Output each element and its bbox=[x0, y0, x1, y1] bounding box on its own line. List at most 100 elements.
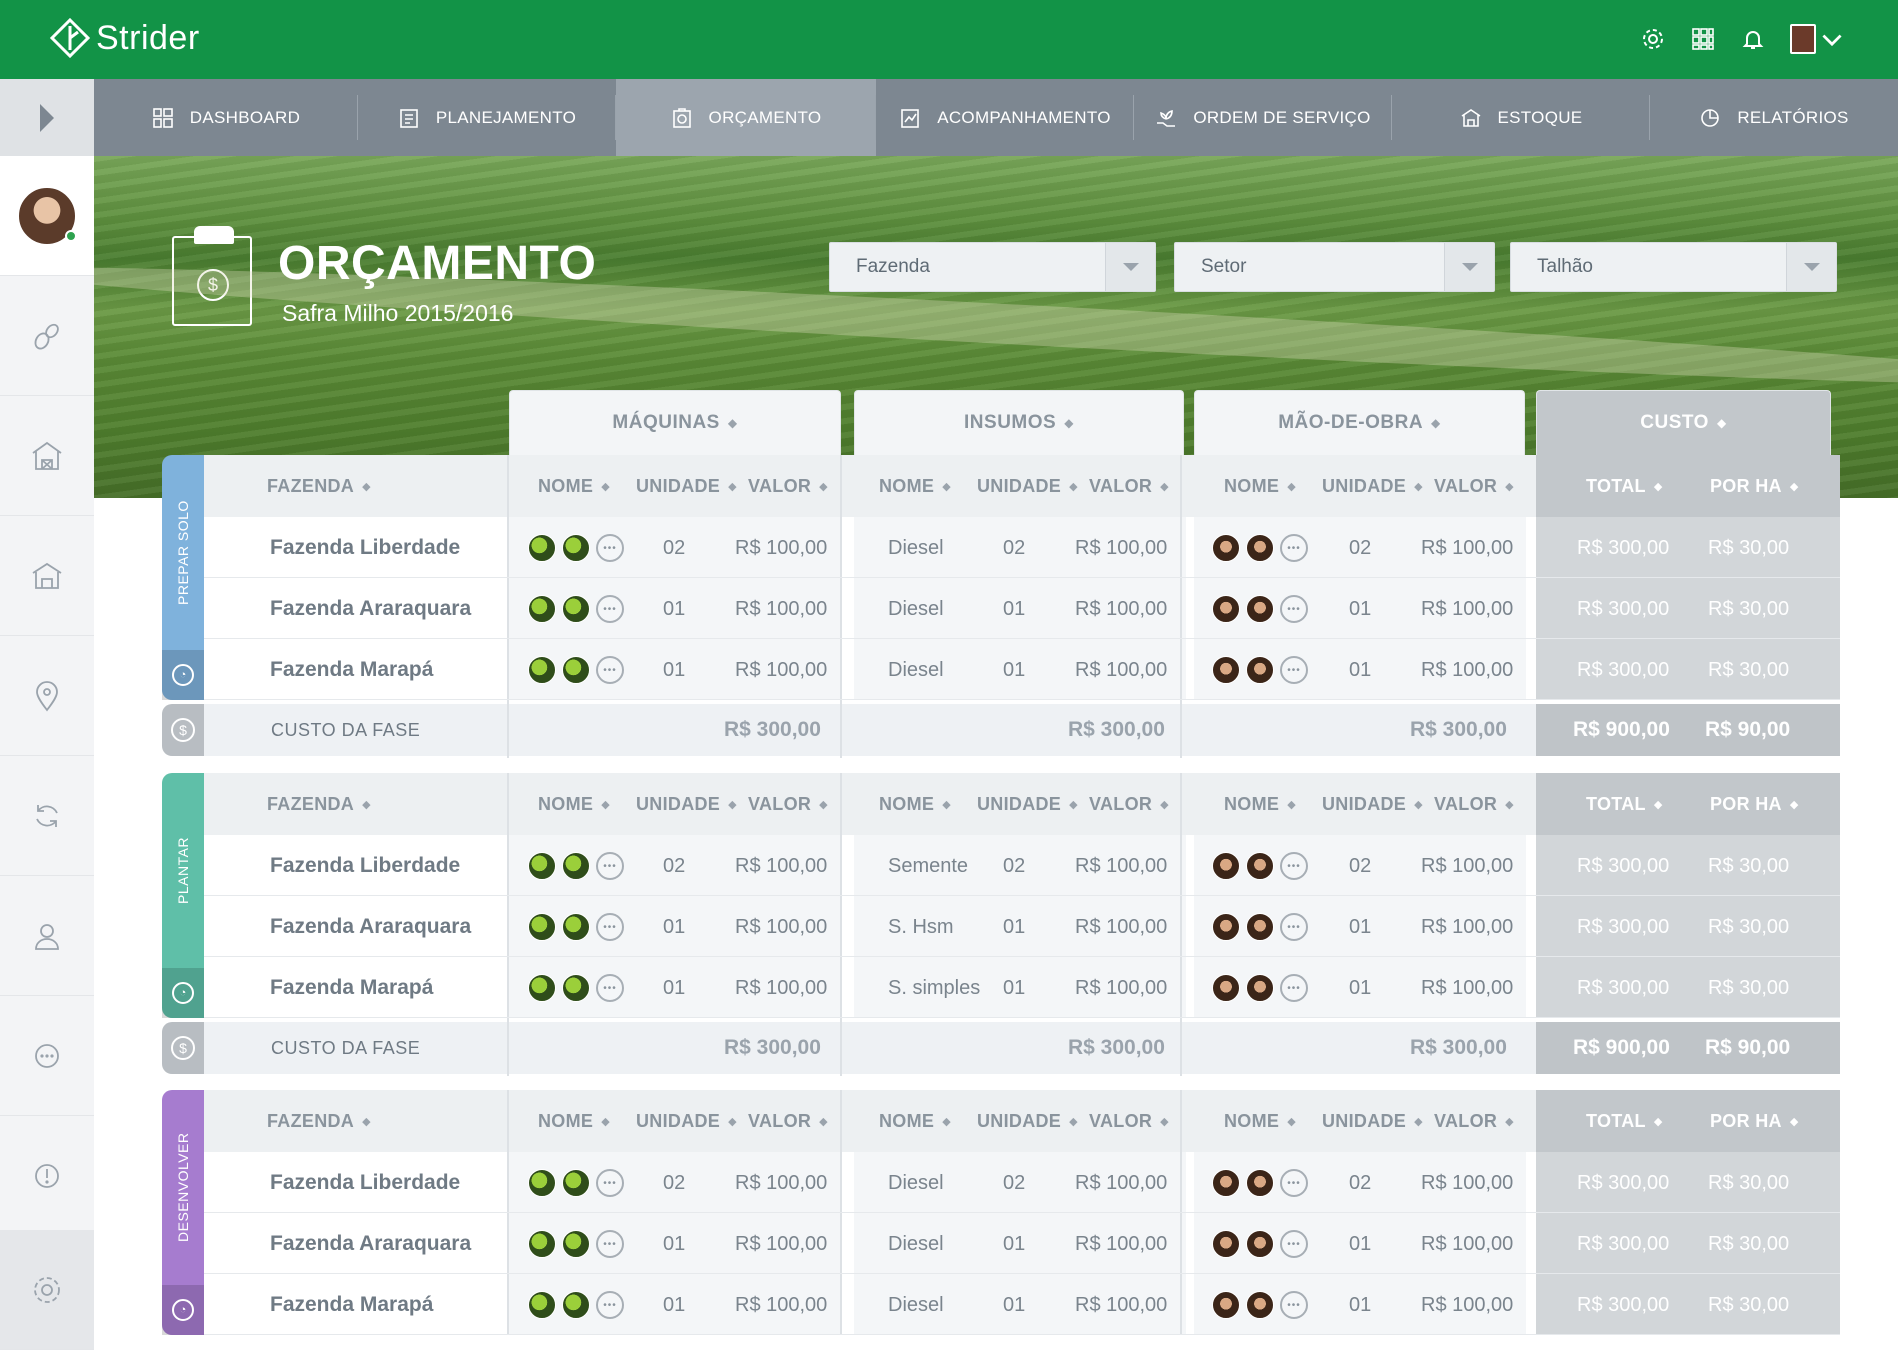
column-header-labor-unit[interactable]: UNIDADE ◆ bbox=[1322, 773, 1423, 835]
more-options-icon[interactable]: ••• bbox=[1280, 595, 1308, 623]
sidebar-item-users[interactable] bbox=[0, 876, 94, 996]
table-row[interactable]: Fazenda Marapá ••• 01 R$ 100,00 Diesel 01 R$ 1… bbox=[204, 639, 1840, 701]
more-options-icon[interactable]: ••• bbox=[1280, 1169, 1308, 1197]
column-header-total[interactable]: TOTAL ◆ bbox=[1586, 455, 1663, 517]
column-header-labor-name[interactable]: NOME ◆ bbox=[1224, 773, 1296, 835]
column-header-farm[interactable]: FAZENDA ◆ bbox=[267, 455, 371, 517]
machine-avatar[interactable] bbox=[528, 852, 556, 880]
machine-avatar[interactable] bbox=[562, 534, 590, 562]
group-header-cost[interactable]: CUSTO ◆ bbox=[1536, 390, 1831, 455]
machine-avatar[interactable] bbox=[528, 656, 556, 684]
column-header-input-value[interactable]: VALOR ◆ bbox=[1089, 1090, 1169, 1152]
plot-select[interactable]: Talhão bbox=[1510, 242, 1837, 292]
more-options-icon[interactable]: ••• bbox=[1280, 534, 1308, 562]
machine-avatar[interactable] bbox=[562, 974, 590, 1002]
column-header-machine-name[interactable]: NOME ◆ bbox=[538, 455, 610, 517]
column-header-labor-unit[interactable]: UNIDADE ◆ bbox=[1322, 455, 1423, 517]
worker-avatar[interactable] bbox=[1246, 1169, 1274, 1197]
column-header-input-unit[interactable]: UNIDADE ◆ bbox=[977, 1090, 1078, 1152]
column-header-total[interactable]: TOTAL ◆ bbox=[1586, 1090, 1663, 1152]
worker-avatar[interactable] bbox=[1246, 974, 1274, 1002]
machine-avatar[interactable] bbox=[562, 1169, 590, 1197]
more-options-icon[interactable]: ••• bbox=[1280, 1291, 1308, 1319]
more-options-icon[interactable]: ••• bbox=[1280, 1230, 1308, 1258]
sidebar-item-crops[interactable] bbox=[0, 276, 94, 396]
worker-avatar[interactable] bbox=[1246, 1230, 1274, 1258]
worker-avatar[interactable] bbox=[1246, 656, 1274, 684]
worker-avatar[interactable] bbox=[1212, 595, 1240, 623]
column-header-per-ha[interactable]: POR HA ◆ bbox=[1710, 773, 1799, 835]
nav-relatorios[interactable]: RELATÓRIOS bbox=[1650, 79, 1898, 156]
sector-select[interactable]: Setor bbox=[1174, 242, 1495, 292]
more-options-icon[interactable]: ••• bbox=[596, 595, 624, 623]
machine-avatar[interactable] bbox=[562, 913, 590, 941]
table-row[interactable]: Fazenda Araraquara ••• 01 R$ 100,00 Diesel 01… bbox=[204, 1213, 1840, 1275]
column-header-input-name[interactable]: NOME ◆ bbox=[879, 773, 951, 835]
nav-acompanhamento[interactable]: ACOMPANHAMENTO bbox=[876, 79, 1134, 156]
machine-avatar[interactable] bbox=[528, 1291, 556, 1319]
nav-planejamento[interactable]: PLANEJAMENTO bbox=[358, 79, 616, 156]
column-header-machine-value[interactable]: VALOR ◆ bbox=[748, 455, 828, 517]
more-options-icon[interactable]: ••• bbox=[1280, 852, 1308, 880]
brand-logo[interactable]: Strider bbox=[50, 18, 200, 58]
notifications-button[interactable] bbox=[1740, 22, 1766, 56]
nav-dashboard[interactable]: DASHBOARD bbox=[94, 79, 358, 156]
phase-toggle-button[interactable]: ◔ bbox=[162, 650, 204, 700]
machine-avatar[interactable] bbox=[562, 1230, 590, 1258]
column-header-labor-value[interactable]: VALOR ◆ bbox=[1434, 773, 1514, 835]
more-options-icon[interactable]: ••• bbox=[596, 656, 624, 684]
more-options-icon[interactable]: ••• bbox=[596, 1291, 624, 1319]
column-header-labor-value[interactable]: VALOR ◆ bbox=[1434, 1090, 1514, 1152]
more-options-icon[interactable]: ••• bbox=[596, 1230, 624, 1258]
worker-avatar[interactable] bbox=[1212, 656, 1240, 684]
more-options-icon[interactable]: ••• bbox=[596, 913, 624, 941]
table-row[interactable]: Fazenda Liberdade ••• 02 R$ 100,00 Semente 02… bbox=[204, 835, 1840, 897]
column-header-farm[interactable]: FAZENDA ◆ bbox=[267, 773, 371, 835]
more-options-icon[interactable]: ••• bbox=[596, 974, 624, 1002]
worker-avatar[interactable] bbox=[1212, 852, 1240, 880]
column-header-input-name[interactable]: NOME ◆ bbox=[879, 455, 951, 517]
column-header-labor-name[interactable]: NOME ◆ bbox=[1224, 1090, 1296, 1152]
more-options-icon[interactable]: ••• bbox=[596, 852, 624, 880]
machine-avatar[interactable] bbox=[528, 1169, 556, 1197]
nav-estoque[interactable]: ESTOQUE bbox=[1392, 79, 1650, 156]
more-options-icon[interactable]: ••• bbox=[596, 534, 624, 562]
worker-avatar[interactable] bbox=[1246, 595, 1274, 623]
more-options-icon[interactable]: ••• bbox=[1280, 913, 1308, 941]
machine-avatar[interactable] bbox=[528, 974, 556, 1002]
group-header-inputs[interactable]: INSUMOS ◆ bbox=[854, 390, 1184, 455]
more-options-icon[interactable]: ••• bbox=[1280, 656, 1308, 684]
column-header-machine-name[interactable]: NOME ◆ bbox=[538, 773, 610, 835]
sidebar-user-profile[interactable] bbox=[0, 156, 94, 276]
machine-avatar[interactable] bbox=[562, 852, 590, 880]
group-header-machines[interactable]: MÁQUINAS ◆ bbox=[509, 390, 841, 455]
more-options-icon[interactable]: ••• bbox=[596, 1169, 624, 1197]
worker-avatar[interactable] bbox=[1212, 1230, 1240, 1258]
column-header-machine-unit[interactable]: UNIDADE ◆ bbox=[636, 773, 737, 835]
column-header-per-ha[interactable]: POR HA ◆ bbox=[1710, 1090, 1799, 1152]
table-row[interactable]: Fazenda Liberdade ••• 02 R$ 100,00 Diesel 02 R… bbox=[204, 517, 1840, 579]
sidebar-item-storage[interactable] bbox=[0, 516, 94, 636]
worker-avatar[interactable] bbox=[1246, 852, 1274, 880]
machine-avatar[interactable] bbox=[528, 913, 556, 941]
table-row[interactable]: Fazenda Araraquara ••• 01 R$ 100,00 Diesel 01… bbox=[204, 578, 1840, 640]
column-header-labor-name[interactable]: NOME ◆ bbox=[1224, 455, 1296, 517]
column-header-input-value[interactable]: VALOR ◆ bbox=[1089, 455, 1169, 517]
worker-avatar[interactable] bbox=[1212, 1291, 1240, 1319]
column-header-machine-value[interactable]: VALOR ◆ bbox=[748, 773, 828, 835]
table-row[interactable]: Fazenda Marapá ••• 01 R$ 100,00 Diesel 01 R$ 1… bbox=[204, 1274, 1840, 1336]
farm-select[interactable]: Fazenda bbox=[829, 242, 1156, 292]
group-header-labor[interactable]: MÃO-DE-OBRA ◆ bbox=[1194, 390, 1525, 455]
table-row[interactable]: Fazenda Araraquara ••• 01 R$ 100,00 S. Hsm 01… bbox=[204, 896, 1840, 958]
sidebar-item-settings[interactable] bbox=[0, 1230, 94, 1350]
worker-avatar[interactable] bbox=[1246, 1291, 1274, 1319]
sidebar-item-location[interactable] bbox=[0, 636, 94, 756]
column-header-input-name[interactable]: NOME ◆ bbox=[879, 1090, 951, 1152]
machine-avatar[interactable] bbox=[528, 534, 556, 562]
column-header-total[interactable]: TOTAL ◆ bbox=[1586, 773, 1663, 835]
machine-avatar[interactable] bbox=[562, 1291, 590, 1319]
column-header-machine-value[interactable]: VALOR ◆ bbox=[748, 1090, 828, 1152]
apps-button[interactable] bbox=[1690, 22, 1716, 56]
settings-button[interactable] bbox=[1640, 22, 1666, 56]
machine-avatar[interactable] bbox=[562, 656, 590, 684]
